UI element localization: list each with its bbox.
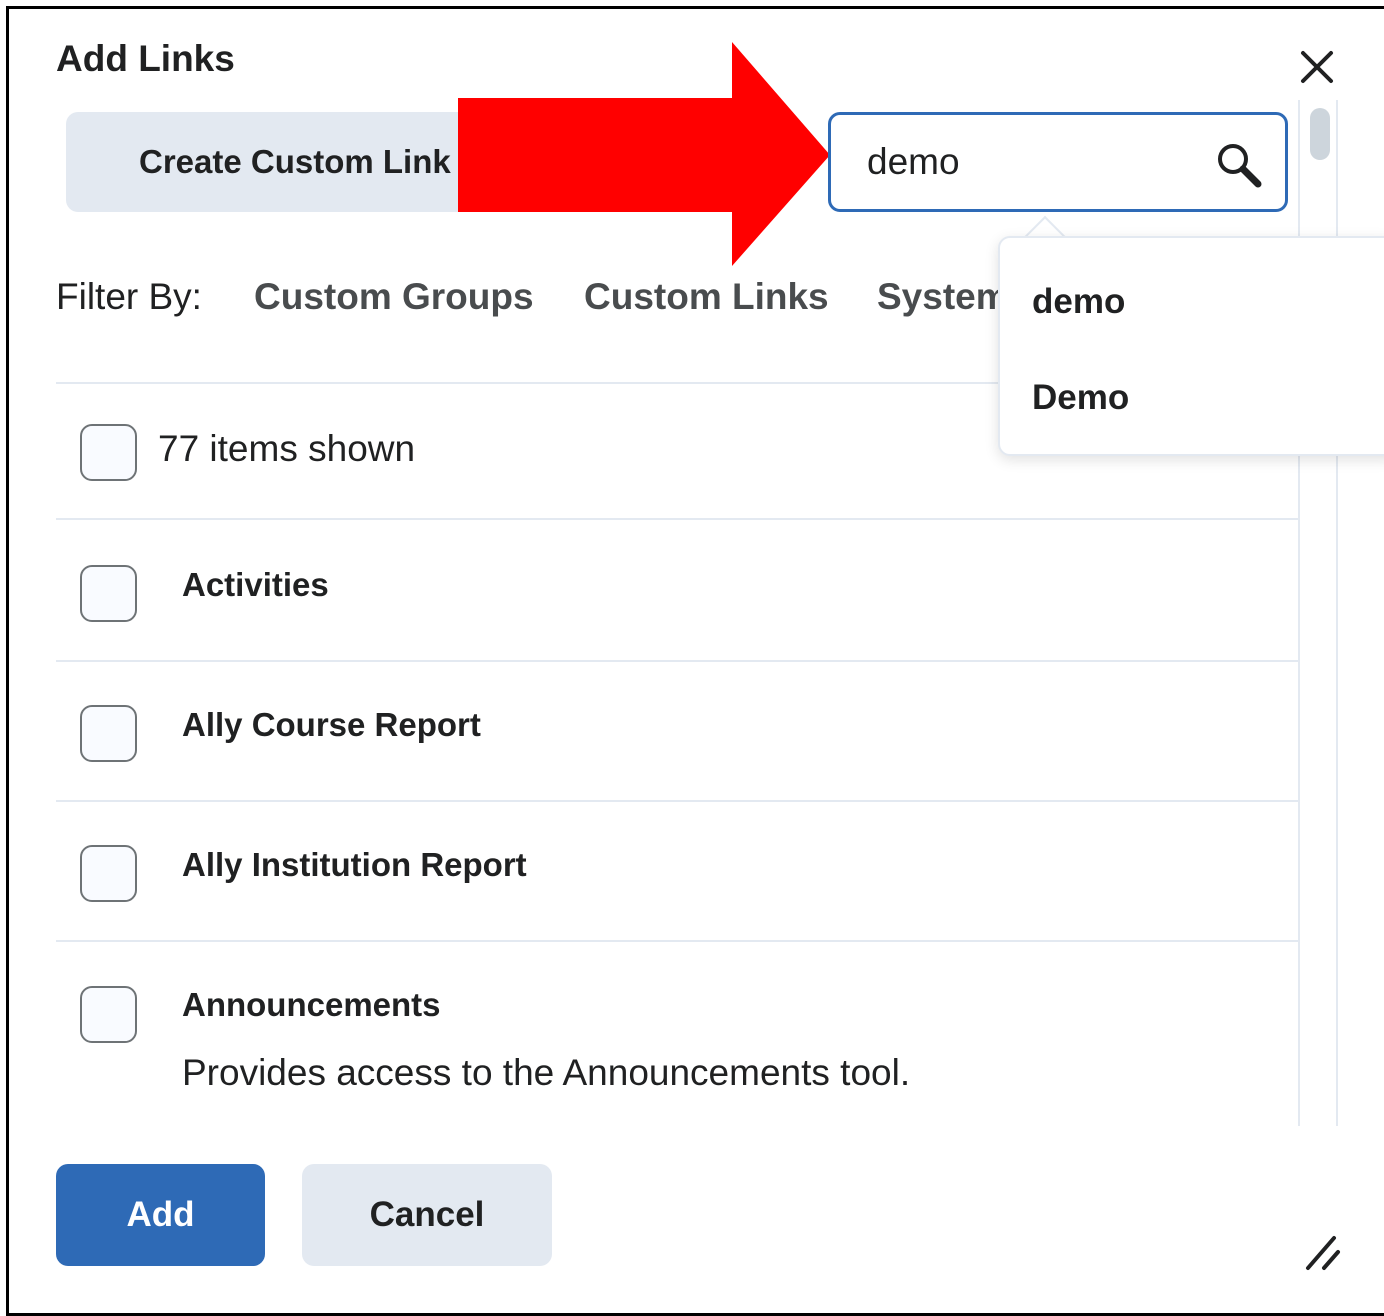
divider [56, 940, 1298, 942]
cancel-button[interactable]: Cancel [302, 1164, 552, 1266]
suggestion-item[interactable]: Demo [1032, 378, 1129, 418]
checkbox-activities[interactable] [80, 565, 137, 622]
close-icon[interactable] [1298, 48, 1336, 86]
scrollbar-thumb[interactable] [1310, 108, 1330, 160]
checkbox-announcements[interactable] [80, 986, 137, 1043]
items-count: 77 items shown [158, 428, 416, 469]
select-all-checkbox[interactable] [80, 424, 137, 481]
item-title-ally-institution-report: Ally Institution Report [182, 846, 527, 883]
item-title-ally-course-report: Ally Course Report [182, 706, 481, 743]
divider [56, 660, 1298, 662]
item-title-activities: Activities [182, 566, 329, 603]
search-icon[interactable] [1214, 140, 1264, 190]
dialog-title: Add Links [56, 38, 235, 79]
filter-by-label: Filter By: [56, 276, 202, 317]
add-button[interactable]: Add [56, 1164, 265, 1266]
filter-custom-links[interactable]: Custom Links [584, 276, 829, 318]
checkbox-ally-course-report[interactable] [80, 705, 137, 762]
item-title-announcements: Announcements [182, 986, 441, 1023]
search-input-value[interactable]: demo [867, 141, 960, 183]
item-description-announcements: Provides access to the Announcements too… [182, 1052, 911, 1093]
checkbox-ally-institution-report[interactable] [80, 845, 137, 902]
suggestion-item[interactable]: demo [1032, 282, 1125, 322]
resize-handle-icon[interactable] [1300, 1232, 1342, 1274]
divider [56, 518, 1298, 520]
search-suggestions-dropdown: demo Demo [998, 236, 1384, 456]
red-arrow-annotation [458, 42, 830, 266]
search-field[interactable]: demo [828, 112, 1288, 212]
filter-custom-groups[interactable]: Custom Groups [254, 276, 534, 318]
divider [56, 800, 1298, 802]
filter-system[interactable]: System [877, 276, 999, 318]
